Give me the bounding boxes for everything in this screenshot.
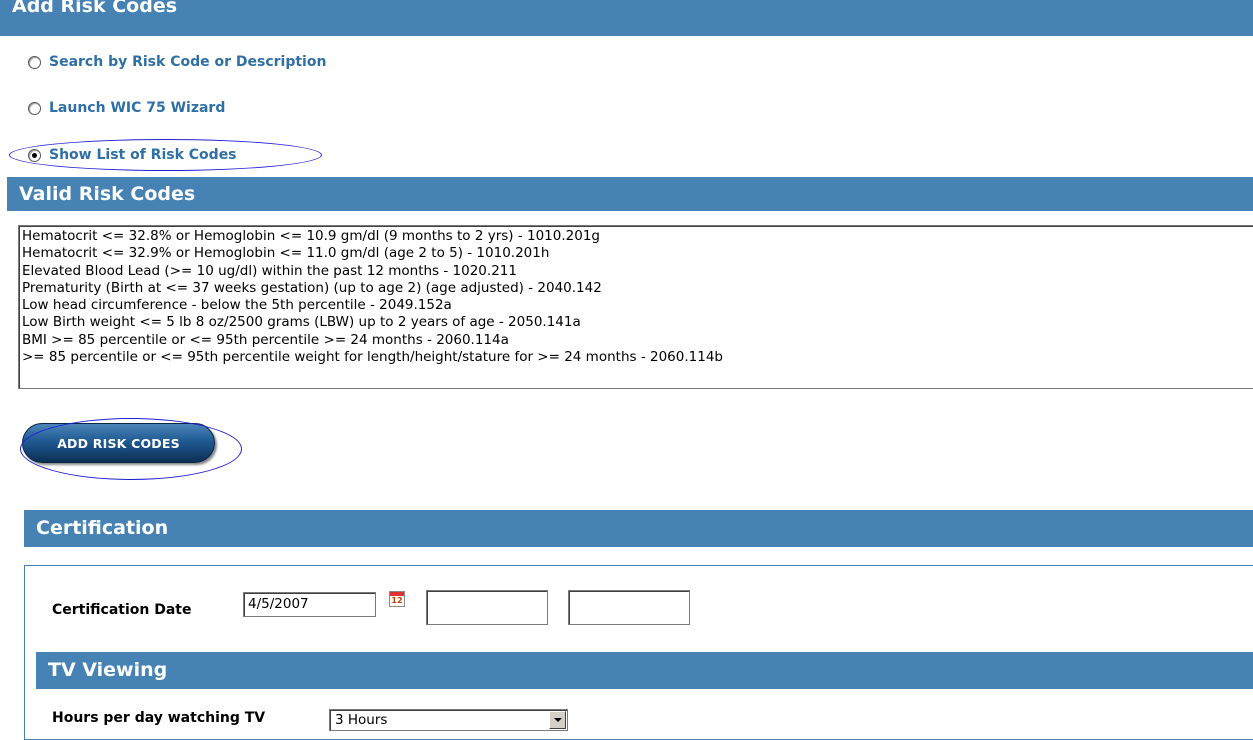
radio-option-show-list[interactable]: Show List of Risk Codes [28,147,237,163]
risk-code-option[interactable]: Low head circumference - below the 5th p… [22,297,1251,314]
risk-code-option[interactable]: >= 85 percentile or <= 95th percentile w… [22,349,1251,366]
tv-hours-value: 3 Hours [335,712,388,728]
risk-code-option[interactable]: Hematocrit <= 32.9% or Hemoglobin <= 11.… [22,245,1251,262]
calendar-day: 12 [391,596,403,605]
calendar-icon[interactable]: 12 [389,591,405,607]
certification-title: Certification [36,517,169,539]
certification-header: Certification [24,510,1253,547]
certification-extra-field-1[interactable] [426,590,548,625]
add-risk-codes-button[interactable]: ADD RISK CODES [22,423,215,463]
radio-show-list-label[interactable]: Show List of Risk Codes [49,147,237,163]
tv-viewing-header: TV Viewing [36,652,1253,689]
tv-hours-label: Hours per day watching TV [52,710,266,726]
risk-code-option[interactable]: Elevated Blood Lead (>= 10 ug/dl) within… [22,263,1251,280]
risk-code-listbox[interactable]: Hematocrit <= 32.8% or Hemoglobin <= 10.… [18,225,1253,389]
risk-code-option[interactable]: Low Birth weight <= 5 lb 8 oz/2500 grams… [22,314,1251,331]
valid-risk-codes-header: Valid Risk Codes [7,177,1253,211]
certification-extra-field-2[interactable] [568,590,690,625]
risk-code-option[interactable]: Hematocrit <= 32.8% or Hemoglobin <= 10.… [22,228,1251,245]
add-risk-codes-header: Add Risk Codes [0,0,1253,36]
tv-hours-select[interactable]: 3 Hours [329,709,568,731]
add-risk-codes-title: Add Risk Codes [12,0,178,17]
radio-option-search[interactable]: Search by Risk Code or Description [28,54,326,70]
risk-code-option[interactable]: BMI >= 85 percentile or <= 95th percenti… [22,332,1251,349]
radio-option-wizard[interactable]: Launch WIC 75 Wizard [28,100,225,116]
certification-date-label: Certification Date [52,602,192,618]
radio-wizard-label[interactable]: Launch WIC 75 Wizard [49,100,225,116]
certification-date-input[interactable]: 4/5/2007 [243,592,376,617]
radio-search-label[interactable]: Search by Risk Code or Description [49,54,326,70]
chevron-down-icon[interactable] [549,711,566,729]
valid-risk-codes-title: Valid Risk Codes [19,183,196,205]
tv-viewing-title: TV Viewing [48,659,168,681]
radio-search[interactable] [28,55,41,69]
risk-code-option[interactable]: Prematurity (Birth at <= 37 weeks gestat… [22,280,1251,297]
radio-wizard[interactable] [28,101,41,115]
radio-show-list[interactable] [28,148,41,162]
